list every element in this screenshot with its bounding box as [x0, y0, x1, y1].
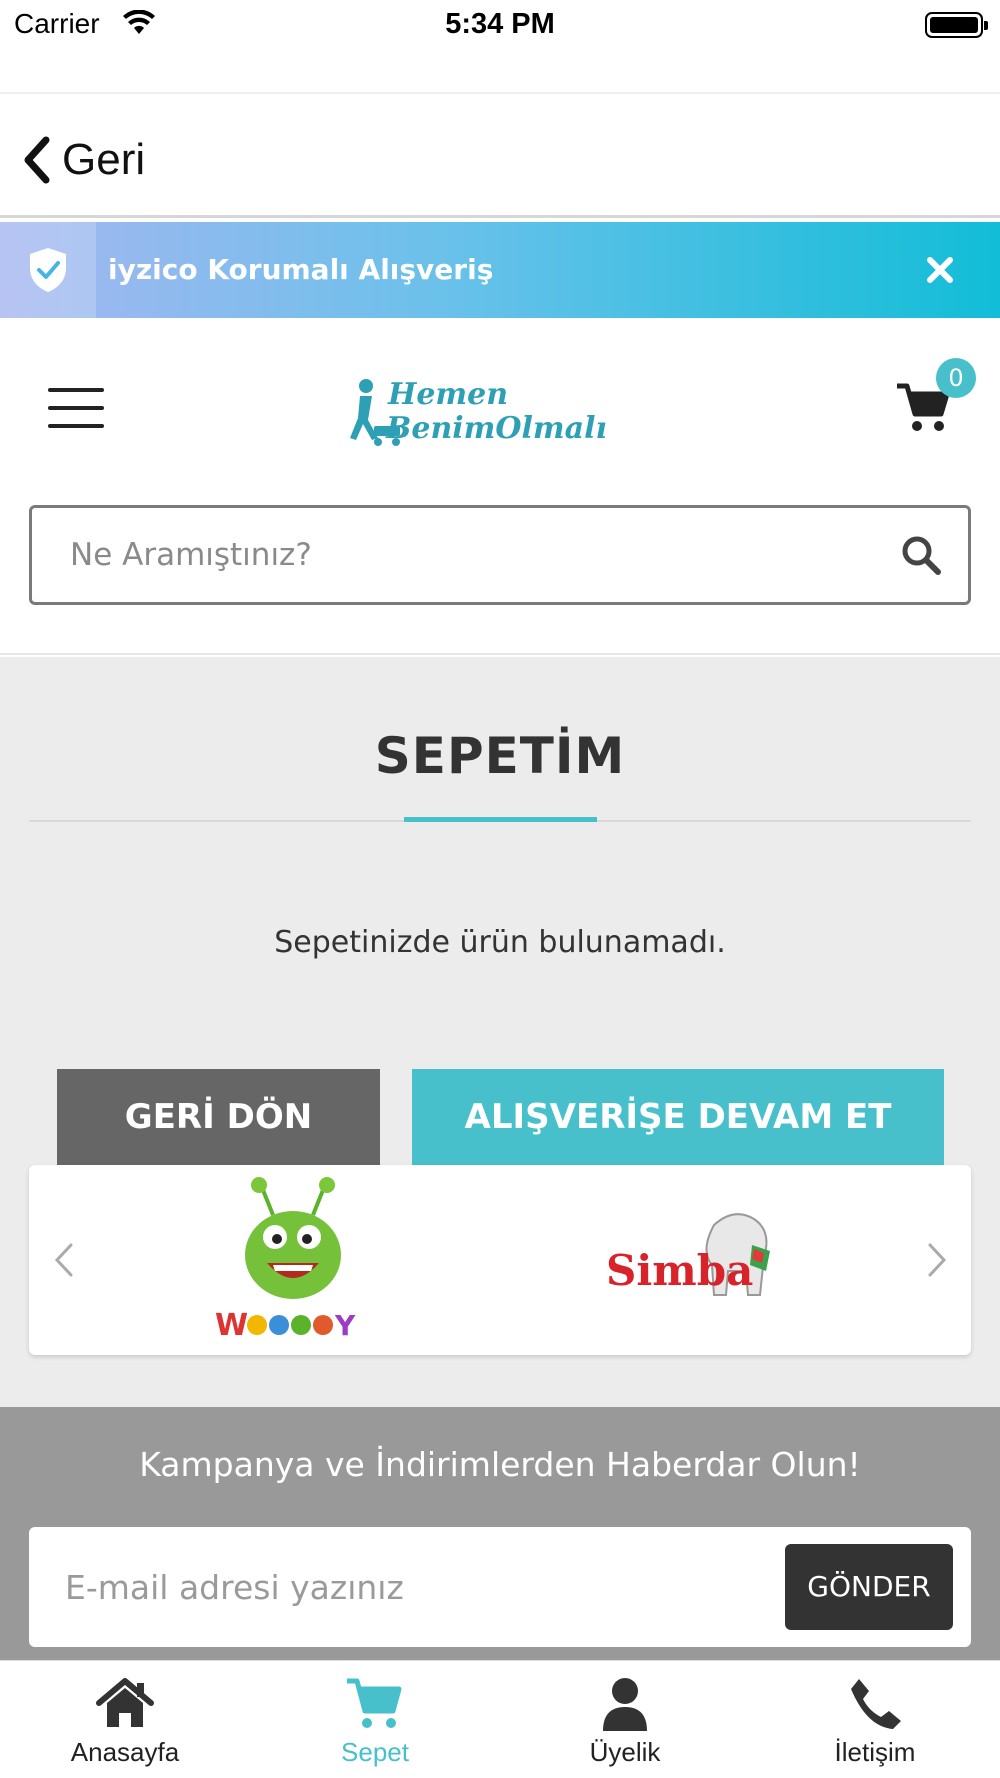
svg-text:W: W [215, 1308, 248, 1343]
phone-icon [851, 1679, 901, 1729]
logo[interactable]: Hemen BenimOlmalı [338, 368, 668, 458]
iyzico-banner: iyzico Korumalı Alışveriş [0, 222, 1000, 318]
search-box [29, 505, 971, 605]
cart-page: SEPETİM Sepetinizde ürün bulunamadı. GER… [0, 657, 1000, 1407]
search-icon[interactable] [900, 534, 942, 576]
tab-cart[interactable]: Sepet [250, 1661, 500, 1778]
svg-text:Simba: Simba [606, 1246, 753, 1295]
chevron-left-icon [24, 136, 50, 184]
send-button[interactable]: GÖNDER [785, 1544, 953, 1630]
tab-home[interactable]: Anasayfa [0, 1661, 250, 1778]
back-label: Geri [62, 135, 146, 184]
back-button[interactable]: GERİ DÖN [57, 1069, 380, 1166]
navigation-bar: Geri [0, 92, 1000, 218]
status-time: 5:34 PM [445, 8, 555, 40]
shield-icon-box [0, 222, 96, 318]
svg-text:Y: Y [334, 1309, 356, 1342]
brand-logo-simba[interactable]: Simba [604, 1205, 784, 1315]
title-underline [404, 817, 597, 822]
chevron-left-icon[interactable] [49, 1235, 79, 1285]
close-icon[interactable] [918, 248, 962, 292]
tab-contact[interactable]: İletişim [750, 1661, 1000, 1778]
home-icon [96, 1678, 154, 1727]
newsletter-form: GÖNDER [29, 1527, 971, 1647]
page-title: SEPETİM [374, 727, 626, 785]
tab-membership[interactable]: Üyelik [500, 1661, 750, 1778]
bottom-tab-bar: Anasayfa Sepet Üyelik İletişim [0, 1660, 1000, 1778]
tab-label: Sepet [341, 1737, 409, 1767]
cart-icon [347, 1678, 402, 1728]
shield-icon [30, 248, 66, 292]
svg-text:Hemen: Hemen [387, 377, 508, 412]
battery-icon [925, 12, 988, 38]
back-button[interactable]: Geri [20, 130, 145, 190]
newsletter-title: Kampanya ve İndirimlerden Haberdar Olun! [139, 1445, 861, 1484]
tab-label: İletişim [834, 1737, 916, 1767]
continue-shopping-button[interactable]: ALIŞVERİŞE DEVAM ET [412, 1069, 944, 1166]
tab-label: Üyelik [589, 1737, 661, 1767]
hamburger-menu-icon[interactable] [48, 388, 104, 428]
brand-logo-woodoy[interactable]: W Y [209, 1175, 389, 1347]
chevron-right-icon[interactable] [922, 1235, 952, 1285]
empty-cart-message: Sepetinizde ürün bulunamadı. [274, 925, 726, 960]
site-header: Hemen BenimOlmalı 0 [0, 320, 1000, 655]
tab-label: Anasayfa [70, 1737, 180, 1767]
user-icon [603, 1678, 647, 1731]
brand-carousel: W Y Simba [29, 1165, 971, 1355]
search-input[interactable] [70, 508, 850, 602]
iyzico-banner-text: iyzico Korumalı Alışveriş [108, 253, 494, 286]
svg-text:BenimOlmalı: BenimOlmalı [385, 411, 607, 446]
newsletter-section: Kampanya ve İndirimlerden Haberdar Olun!… [0, 1407, 1000, 1660]
status-bar: Carrier 5:34 PM [0, 0, 1000, 50]
cart-count-badge: 0 [936, 358, 976, 398]
email-input[interactable] [65, 1527, 765, 1647]
